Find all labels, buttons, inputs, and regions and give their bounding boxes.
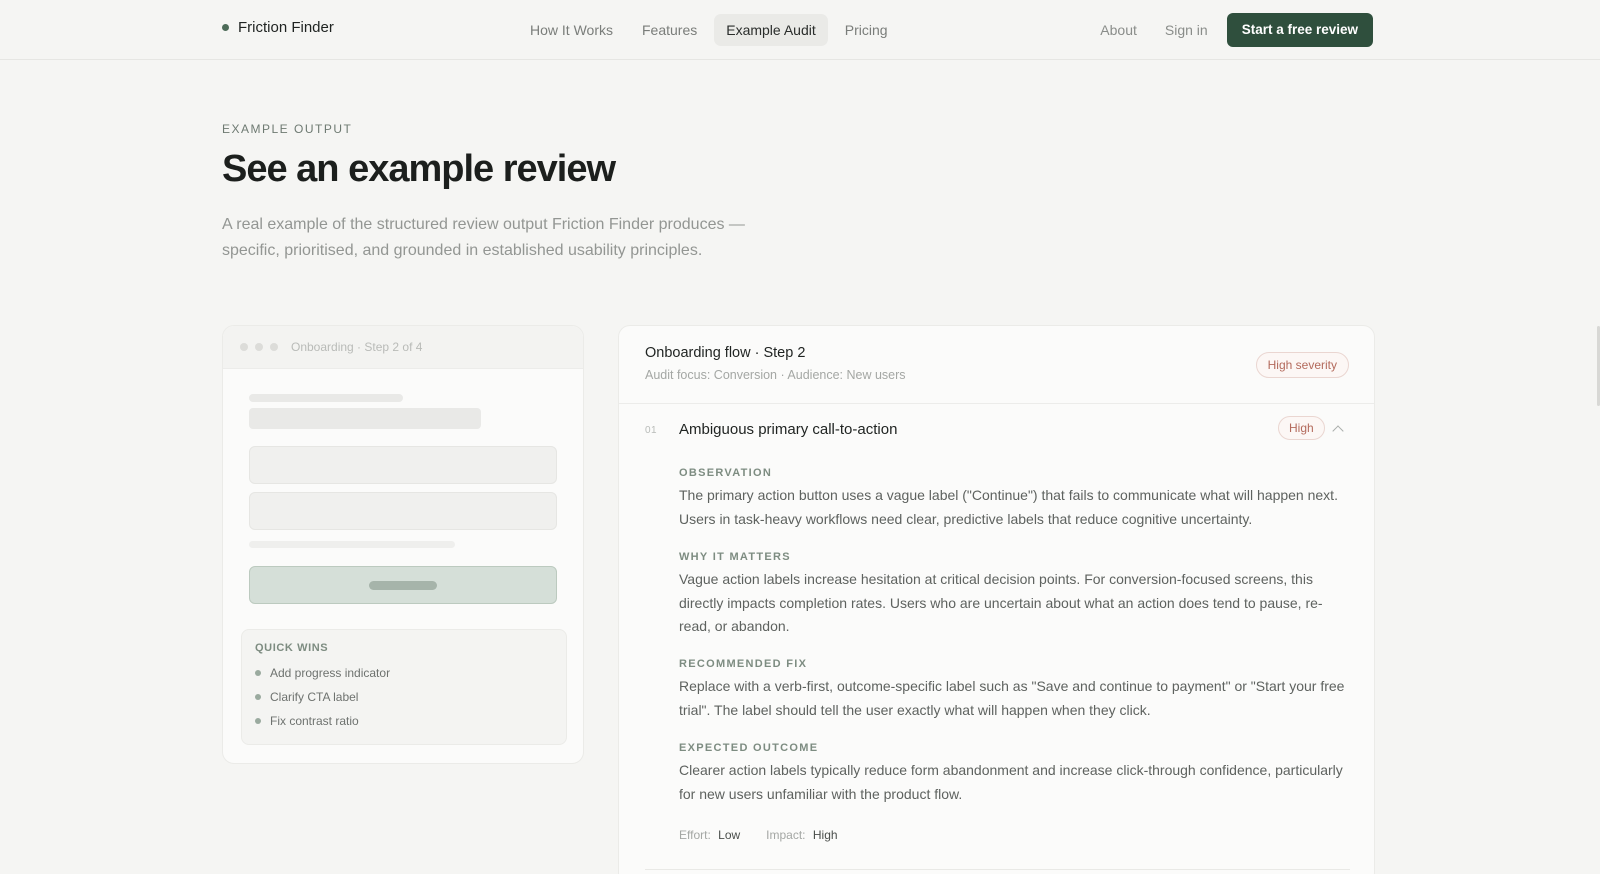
quick-wins-panel: QUICK WINS Add progress indicator Clarif… (241, 629, 567, 745)
start-free-review-button[interactable]: Start a free review (1226, 13, 1373, 47)
nav-link-example-audit[interactable]: Example Audit (714, 14, 828, 46)
list-item: Clarify CTA label (255, 685, 553, 709)
bullet-icon (255, 670, 261, 676)
chevron-up-icon[interactable] (1332, 425, 1344, 437)
effort-meta: Effort: Low (679, 828, 740, 842)
window-dot-icon (270, 343, 278, 351)
skeleton-input (249, 446, 557, 484)
effort-label: Effort: (679, 828, 711, 842)
brand-name: Friction Finder (238, 19, 334, 36)
audit-meta: Audit focus: Conversion · Audience: New … (645, 368, 906, 382)
skeleton-button (249, 566, 557, 604)
audit-header: Onboarding flow · Step 2 Audit focus: Co… (619, 326, 1374, 404)
nav-actions: About Sign in Start a free review (1100, 13, 1373, 47)
impact-label: Impact: (766, 828, 806, 842)
brand-logo[interactable]: Friction Finder (222, 19, 334, 36)
nav-link-about[interactable]: About (1100, 22, 1137, 38)
nav-link-pricing[interactable]: Pricing (833, 14, 900, 46)
recommended-fix-text: Replace with a verb-first, outcome-speci… (679, 678, 1345, 718)
bullet-icon (255, 694, 261, 700)
why-it-matters-label: WHY IT MATTERS (679, 551, 791, 563)
audit-title: Onboarding flow · Step 2 (645, 345, 806, 361)
effort-value: Low (718, 828, 741, 842)
expected-outcome-text: Clearer action labels typically reduce f… (679, 762, 1343, 802)
quick-win-label: Fix contrast ratio (270, 714, 359, 728)
why-it-matters-text: Vague action labels increase hesitation … (679, 571, 1323, 634)
expected-outcome-label: EXPECTED OUTCOME (679, 742, 819, 754)
skeleton-button-label (369, 581, 437, 590)
effort-impact-meta: Effort: Low Impact: High (679, 828, 864, 842)
skeleton-heading (249, 408, 481, 429)
sign-in-link[interactable]: Sign in (1165, 22, 1208, 38)
audit-review-card: Onboarding flow · Step 2 Audit focus: Co… (618, 325, 1375, 874)
skeleton-input (249, 492, 557, 530)
window-dot-icon (255, 343, 263, 351)
top-navigation: Friction Finder How It Works Features Ex… (0, 0, 1600, 60)
list-item: Add progress indicator (255, 661, 553, 685)
skeleton-line (249, 394, 403, 402)
screen-preview-card: Onboarding · Step 2 of 4 QUICK WINS Add … (222, 325, 584, 764)
page-subtitle: A real example of the structured review … (222, 216, 745, 259)
issue-title[interactable]: Ambiguous primary call-to-action (679, 421, 897, 438)
issue-divider (645, 869, 1350, 870)
quick-win-label: Clarify CTA label (270, 690, 359, 704)
preview-window-bar: Onboarding · Step 2 of 4 (223, 326, 583, 369)
quick-wins-title: QUICK WINS (255, 642, 329, 654)
severity-badge: High severity (1255, 352, 1349, 378)
nav-link-features[interactable]: Features (630, 14, 709, 46)
impact-meta: Impact: High (766, 828, 837, 842)
impact-value: High (812, 828, 838, 842)
page-title: See an example review (222, 148, 616, 190)
list-item: Fix contrast ratio (255, 709, 553, 733)
bullet-icon (255, 718, 261, 724)
nav-link-how-it-works[interactable]: How It Works (518, 14, 625, 46)
recommended-fix-label: RECOMMENDED FIX (679, 658, 808, 670)
section-eyebrow: EXAMPLE OUTPUT (222, 122, 353, 136)
skeleton-line (249, 541, 455, 548)
observation-text: The primary action button uses a vague l… (679, 487, 1338, 527)
preview-window-title: Onboarding · Step 2 of 4 (291, 340, 423, 354)
issue-severity-badge: High (1278, 416, 1325, 440)
quick-win-label: Add progress indicator (270, 666, 391, 680)
window-dot-icon (240, 343, 248, 351)
nav-links: How It Works Features Example Audit Pric… (518, 14, 905, 46)
brand-dot-icon (222, 24, 229, 31)
observation-label: OBSERVATION (679, 467, 773, 479)
issue-number: 01 (645, 425, 658, 436)
